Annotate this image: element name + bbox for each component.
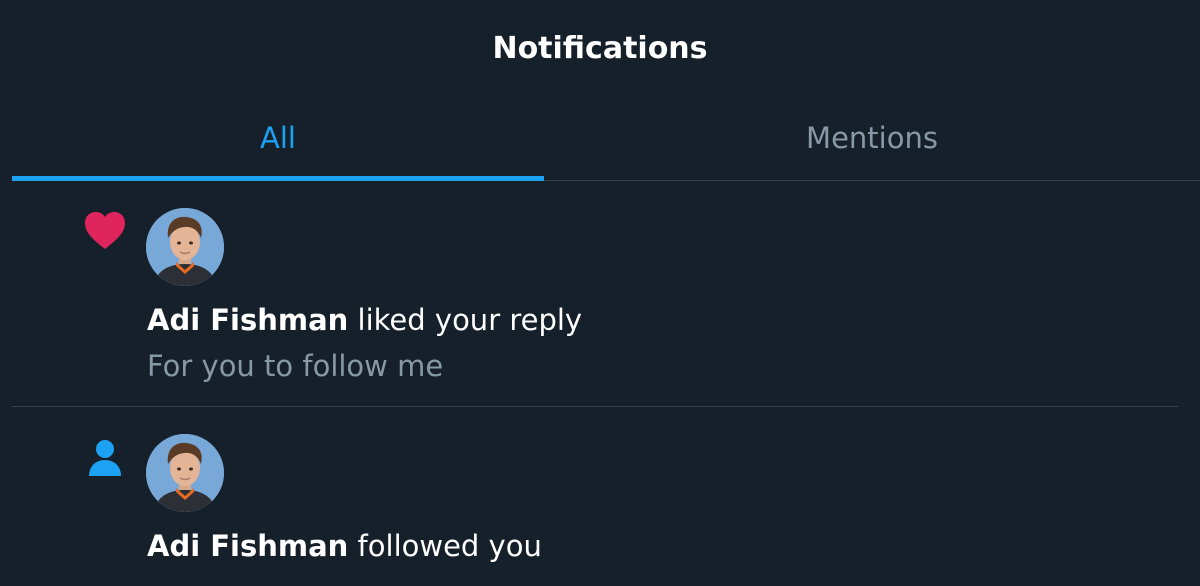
user-name[interactable]: Adi Fishman xyxy=(147,303,348,337)
notification-text: Adi Fishman liked your reply xyxy=(147,300,582,340)
notification-action: liked your reply xyxy=(348,303,583,337)
avatar[interactable] xyxy=(146,434,224,512)
person-icon xyxy=(88,439,122,481)
tab-all[interactable]: All xyxy=(12,104,544,180)
notification-action: followed you xyxy=(348,529,542,563)
notification-text: Adi Fishman followed you xyxy=(147,526,542,566)
notifications-page: Notifications All Mentions Adi Fishman l… xyxy=(0,0,1200,586)
heart-icon xyxy=(84,211,126,255)
user-name[interactable]: Adi Fishman xyxy=(147,529,348,563)
notification-item[interactable]: Adi Fishman followed you xyxy=(12,407,1178,586)
reply-preview: For you to follow me xyxy=(147,349,444,383)
tab-bar: All Mentions xyxy=(12,104,1200,181)
avatar[interactable] xyxy=(146,208,224,286)
notification-item[interactable]: Adi Fishman liked your reply For you to … xyxy=(12,181,1178,407)
tab-mentions[interactable]: Mentions xyxy=(544,104,1200,180)
page-title: Notifications xyxy=(492,31,708,66)
